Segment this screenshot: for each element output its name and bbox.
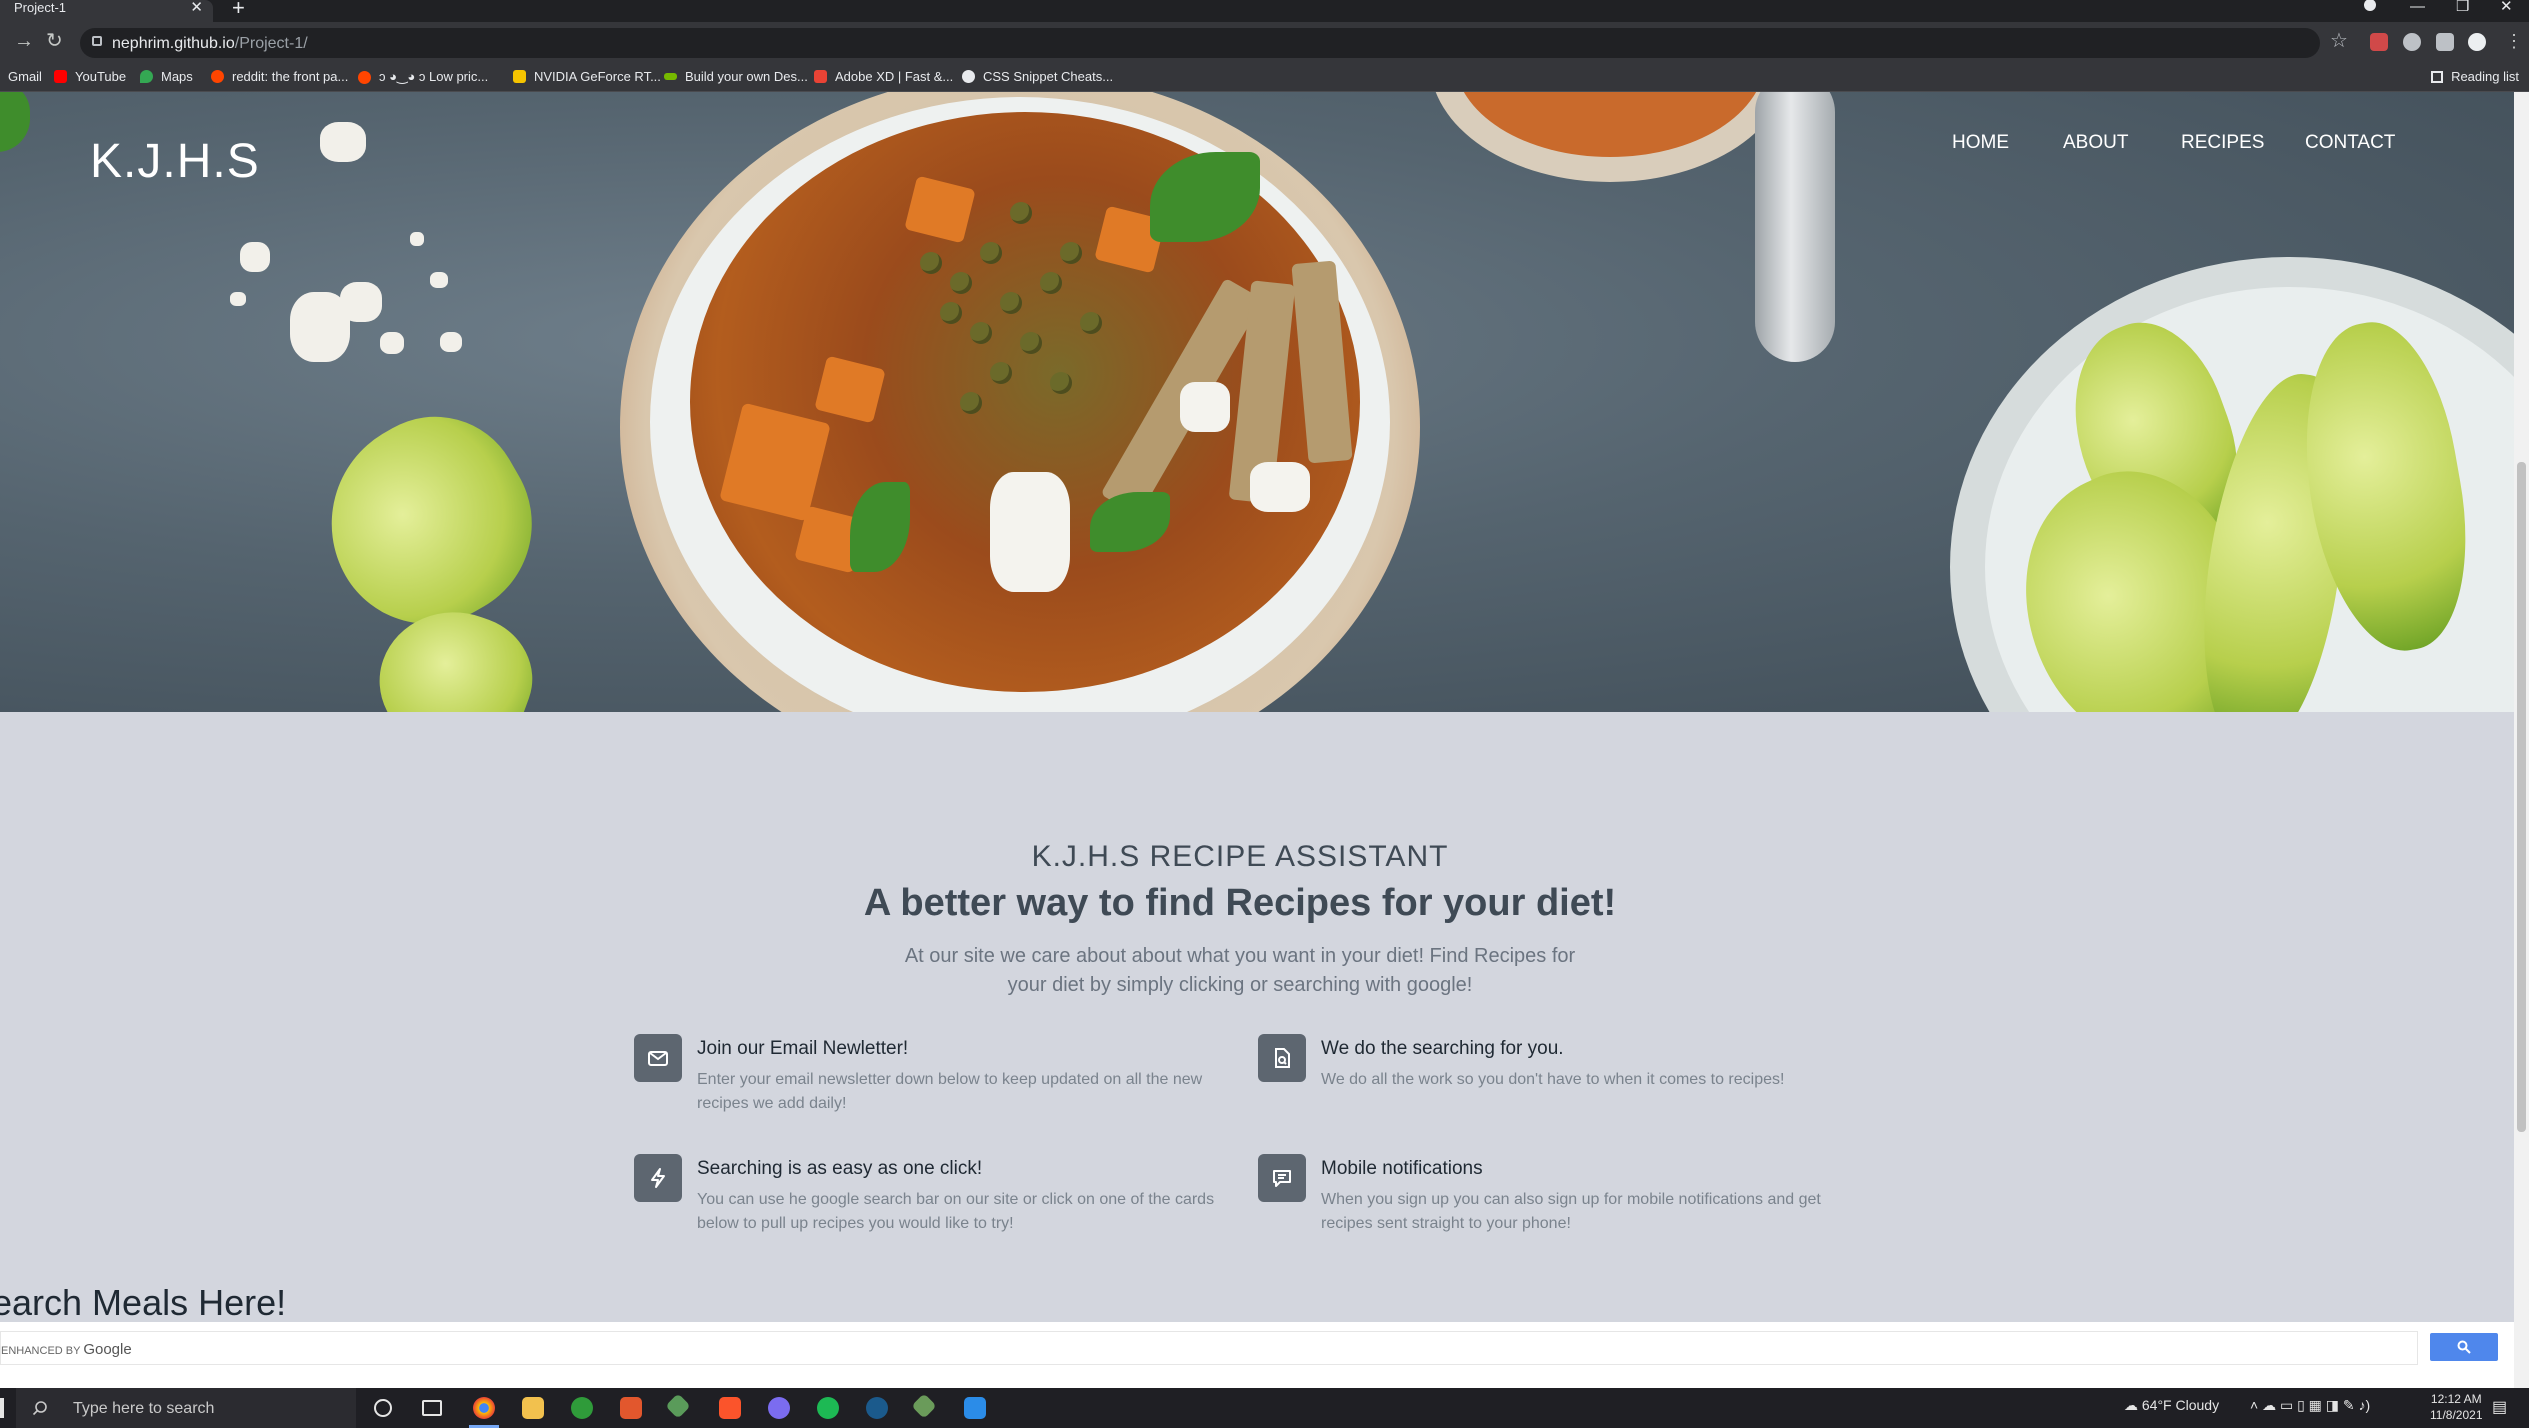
git-kraken-icon[interactable]: [665, 1393, 691, 1419]
xbox-icon[interactable]: [571, 1397, 593, 1419]
bookmark-low-prices[interactable]: ɔ ◕‿◕ ɔ Low pric...: [358, 69, 488, 85]
site-logo[interactable]: K.J.H.S: [90, 134, 260, 189]
bookmark-youtube[interactable]: YouTube: [54, 69, 126, 84]
feature-text: Enter your email newsletter down below t…: [697, 1071, 1203, 1112]
search-input[interactable]: ENHANCED BY Google: [0, 1331, 2418, 1365]
minimize-button[interactable]: —: [2410, 0, 2425, 14]
feature-title: We do the searching for you.: [1321, 1038, 1564, 1059]
system-clock[interactable]: 12:12 AM 11/8/2021: [2430, 1391, 2483, 1423]
start-icon[interactable]: [0, 1398, 4, 1418]
maximize-button[interactable]: ❐: [2456, 0, 2469, 14]
vscode-icon[interactable]: [964, 1397, 986, 1419]
feature-title: Searching is as easy as one click!: [697, 1158, 983, 1179]
search-icon: [32, 1401, 47, 1416]
tray-icons[interactable]: ˄ ☁ ▭ ▯ ▦ ◨ ✎ ♪): [2250, 1397, 2370, 1414]
youtube-icon: [54, 70, 67, 83]
reload-icon[interactable]: ↻: [46, 28, 63, 54]
bookmark-star-icon[interactable]: ☆: [2330, 28, 2348, 53]
browser-toolbar: → ↻ nephrim.github.io/Project-1/ ☆ ⋮: [0, 22, 2529, 62]
lightning-icon: [634, 1154, 682, 1202]
media-control-icon[interactable]: [2436, 33, 2454, 51]
powered-by-google: ENHANCED BY Google: [1, 1341, 132, 1358]
nav-recipes[interactable]: RECIPES: [2181, 132, 2264, 154]
lock-icon[interactable]: [92, 36, 102, 46]
tab-title: Project-1: [14, 0, 67, 15]
steam-icon[interactable]: [866, 1397, 888, 1419]
section-kicker: K.J.H.S RECIPE ASSISTANT: [1031, 840, 1449, 873]
google-search-box: ENHANCED BY Google: [0, 1322, 2514, 1388]
browser-tab[interactable]: Project-1 ✕: [0, 0, 213, 22]
page-scrollbar[interactable]: [2514, 92, 2529, 1388]
feature-title: Mobile notifications: [1321, 1158, 1483, 1179]
close-window-button[interactable]: ✕: [2500, 0, 2513, 14]
nvidia-icon: [664, 73, 677, 80]
bookmarks-bar: Gmail YouTube Maps reddit: the front pa.…: [0, 62, 2529, 92]
spotify-icon[interactable]: [817, 1397, 839, 1419]
reddit-icon: [211, 70, 224, 83]
weather-widget[interactable]: ☁ 64°F Cloudy: [2124, 1397, 2219, 1414]
bookmark-adobe-xd[interactable]: Adobe XD | Fast &...: [814, 69, 953, 84]
gmail-icon: [814, 70, 827, 83]
discord-icon[interactable]: [768, 1397, 790, 1419]
spoon: [1755, 92, 1835, 362]
bookmark-gmail[interactable]: Gmail: [8, 69, 42, 84]
page-viewport: K.J.H.S HOME ABOUT RECIPES CONTACT K.J.H…: [0, 92, 2514, 1388]
new-tab-button[interactable]: +: [232, 0, 245, 19]
sourcetree-icon[interactable]: [911, 1393, 937, 1419]
file-explorer-icon[interactable]: [522, 1397, 544, 1419]
menu-kebab-icon[interactable]: ⋮: [2505, 28, 2523, 54]
bookmark-build-desktop[interactable]: Build your own Des...: [664, 69, 808, 84]
cortana-icon[interactable]: [374, 1399, 392, 1417]
hero-banner: K.J.H.S HOME ABOUT RECIPES CONTACT: [0, 92, 2514, 712]
reading-list-icon: [2431, 71, 2444, 83]
url-text[interactable]: nephrim.github.io/Project-1/: [112, 35, 308, 53]
forward-icon[interactable]: →: [14, 28, 34, 54]
document-search-icon: [1258, 1034, 1306, 1082]
extension-icon[interactable]: [2370, 33, 2388, 51]
bookmark-nvidia[interactable]: NVIDIA GeForce RT...: [513, 69, 661, 84]
search-meals-heading: earch Meals Here!: [0, 1282, 287, 1323]
search-icon: [2457, 1340, 2471, 1354]
brave-icon[interactable]: [719, 1397, 741, 1419]
puzzle-extensions-icon[interactable]: [2403, 33, 2421, 51]
chat-icon: [1258, 1154, 1306, 1202]
bookmark-reddit[interactable]: reddit: the front pa...: [211, 69, 348, 84]
reddit-icon: [358, 70, 371, 84]
feature-text: When you sign up you can also sign up fo…: [1321, 1191, 1821, 1232]
nav-contact[interactable]: CONTACT: [2305, 132, 2395, 154]
feature-text: You can use he google search bar on our …: [697, 1191, 1215, 1232]
nav-home[interactable]: HOME: [1952, 132, 2009, 154]
profile-record-icon[interactable]: [2364, 0, 2376, 11]
search-button[interactable]: [2430, 1333, 2498, 1361]
address-bar[interactable]: [80, 28, 2320, 58]
maps-icon: [140, 70, 153, 83]
profile-avatar-icon[interactable]: [2468, 33, 2486, 51]
scrollbar-thumb[interactable]: [2517, 462, 2526, 1132]
feature-text: We do all the work so you don't have to …: [1321, 1071, 1785, 1088]
office-icon[interactable]: [620, 1397, 642, 1419]
nav-about[interactable]: ABOUT: [2063, 132, 2128, 154]
windows-taskbar: Type here to search ☁ 64°F Cloudy ˄ ☁ ▭ …: [0, 1388, 2529, 1428]
section-lede: At our site we care about about what you…: [904, 945, 1576, 996]
section-headline: A better way to find Recipes for your di…: [863, 882, 1617, 924]
notifications-icon[interactable]: ▤: [2492, 1397, 2507, 1417]
close-tab-icon[interactable]: ✕: [190, 0, 203, 16]
chrome-icon[interactable]: [473, 1397, 495, 1419]
feature-title: Join our Email Newletter!: [697, 1038, 909, 1059]
taskbar-search-placeholder: Type here to search: [73, 1400, 215, 1417]
bookmark-maps[interactable]: Maps: [140, 69, 193, 84]
mail-icon: [634, 1034, 682, 1082]
reading-list-button[interactable]: Reading list: [2431, 69, 2519, 84]
bookmark-css-snippets[interactable]: CSS Snippet Cheats...: [962, 69, 1113, 84]
browser-tab-strip: Project-1 ✕ + — ❐ ✕: [0, 0, 2529, 22]
globe-icon: [962, 70, 975, 83]
folder-icon: [513, 70, 526, 83]
taskbar-search-box[interactable]: Type here to search: [16, 1388, 356, 1428]
task-view-icon[interactable]: [422, 1400, 442, 1416]
